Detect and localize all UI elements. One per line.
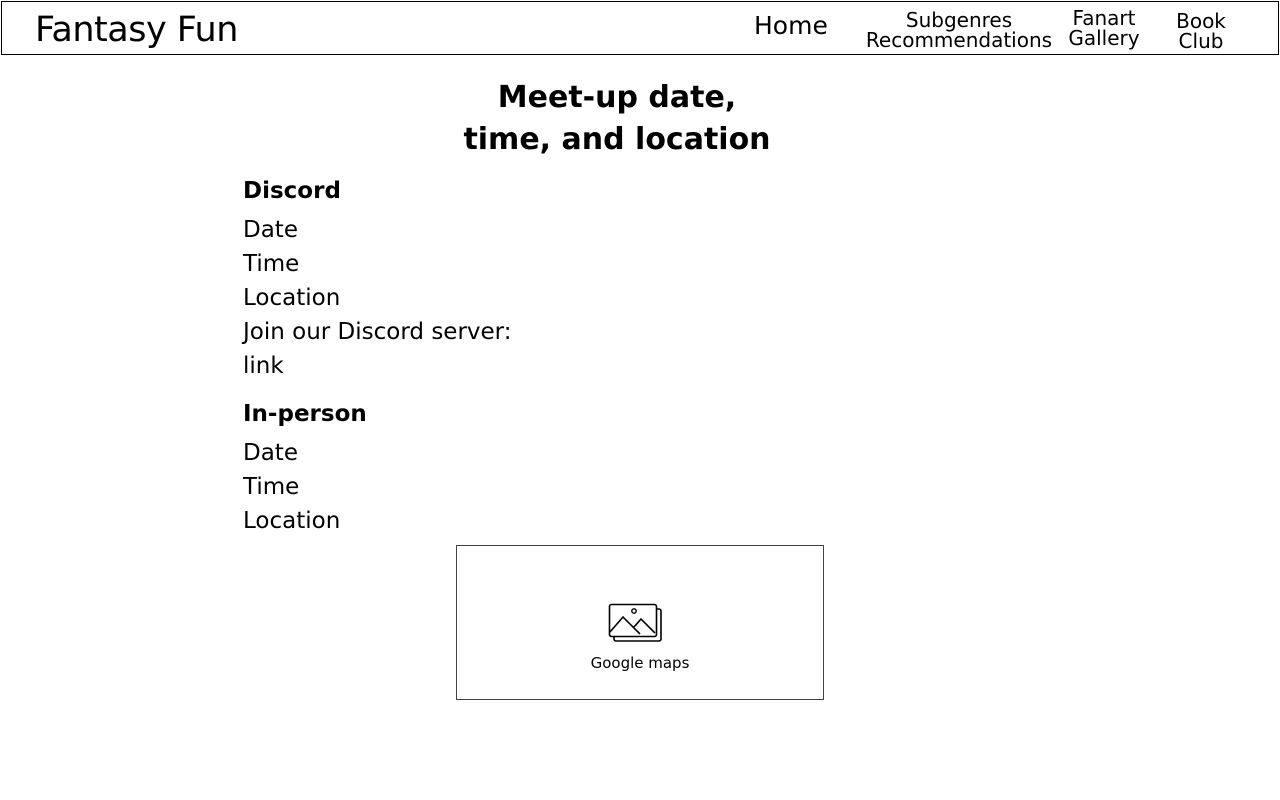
nav-subgenres-line2: Recommendations [865,28,1053,52]
in-person-time: Time [243,474,300,500]
in-person-location: Location [243,508,341,534]
nav-book-club[interactable]: Book Club [1168,11,1234,51]
site-title[interactable]: Fantasy Fun [35,10,238,50]
discord-date: Date [243,217,298,243]
in-person-date: Date [243,440,298,466]
discord-server-link[interactable]: link [243,351,284,381]
page-title-line1: Meet-up date, [497,80,737,115]
google-maps-label: Google maps [590,654,690,672]
page-title-line2: time, and location [463,122,771,157]
nav-fanart-line2: Gallery [1068,26,1140,50]
discord-time: Time [243,251,300,277]
nav-fanart-gallery[interactable]: Fanart Gallery [1064,8,1144,48]
nav-subgenres-line1: Subgenres [905,8,1013,32]
nav-bookclub-line1: Book [1176,9,1226,33]
discord-section-title: Discord [243,178,341,204]
page-title: Meet-up date, time, and location [417,77,817,161]
google-maps-embed[interactable]: Google maps [456,545,824,700]
nav-home[interactable]: Home [754,12,828,40]
site-header: Fantasy Fun Home Subgenres Recommendatio… [1,1,1279,55]
nav-subgenres-recommendations[interactable]: Subgenres Recommendations [860,10,1058,50]
nav-bookclub-line2: Club [1178,29,1224,53]
discord-location: Location [243,285,341,311]
in-person-section-title: In-person [243,401,367,427]
nav-fanart-line1: Fanart [1072,6,1136,30]
discord-join-text: Join our Discord server: [243,319,512,345]
image-icon [608,603,662,642]
